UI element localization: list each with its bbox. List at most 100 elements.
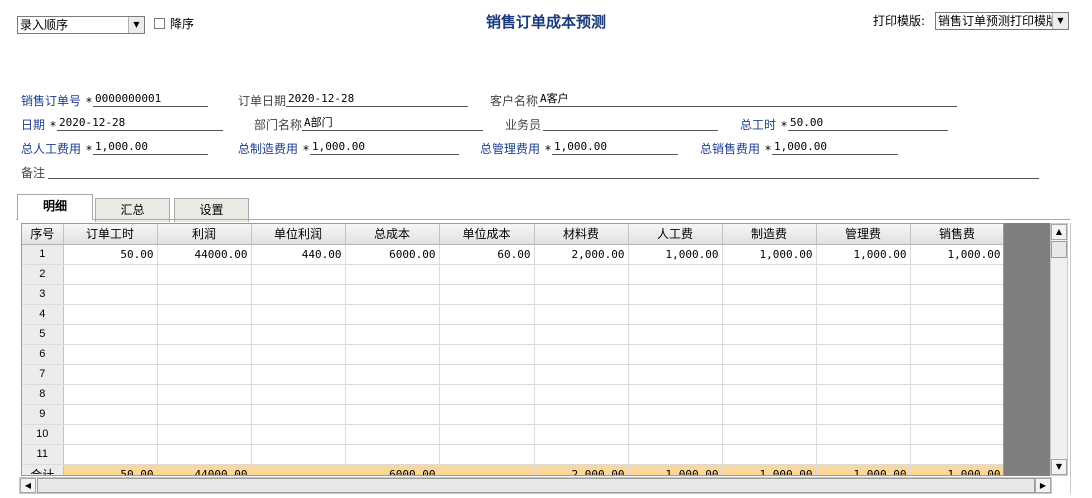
table-cell[interactable] — [439, 264, 535, 285]
column-header[interactable]: 单位利润 — [251, 224, 346, 245]
table-cell[interactable]: 44000.00 — [157, 244, 252, 265]
customer-field[interactable]: A客户 — [538, 92, 957, 107]
order-no-field[interactable]: 0000000001 — [93, 92, 208, 107]
date-field[interactable]: 2020-12-28 — [57, 116, 223, 131]
table-cell[interactable] — [628, 284, 723, 305]
table-cell[interactable] — [345, 384, 440, 405]
management-cost-field[interactable]: 1,000.00 — [552, 140, 678, 155]
table-cell[interactable] — [345, 264, 440, 285]
table-cell[interactable] — [63, 364, 158, 385]
column-header[interactable]: 制造费 — [722, 224, 817, 245]
table-cell[interactable] — [816, 384, 911, 405]
grid-horizontal-scrollbar[interactable]: ◀ ▶ — [19, 477, 1052, 494]
table-cell[interactable] — [63, 284, 158, 305]
table-cell[interactable] — [722, 324, 817, 345]
detail-grid[interactable]: 序号 订单工时 利润 单位利润 总成本 单位成本 材料费 人工费 制造费 管理费 销售费 1 50.0… — [21, 223, 1004, 476]
manufacturing-cost-field[interactable]: 1,000.00 — [310, 140, 459, 155]
table-cell[interactable] — [816, 304, 911, 325]
table-cell[interactable] — [63, 264, 158, 285]
table-cell[interactable] — [251, 364, 346, 385]
table-row[interactable]: 9 — [22, 404, 1003, 425]
column-header[interactable]: 订单工时 — [63, 224, 158, 245]
table-cell[interactable]: 60.00 — [439, 244, 535, 265]
table-cell[interactable] — [251, 344, 346, 365]
chevron-down-icon[interactable]: ▼ — [1052, 13, 1068, 29]
table-cell[interactable]: 1,000.00 — [722, 244, 817, 265]
salesman-field[interactable] — [543, 116, 718, 131]
table-cell[interactable] — [628, 324, 723, 345]
table-cell[interactable] — [628, 304, 723, 325]
table-cell[interactable] — [534, 304, 629, 325]
table-cell[interactable] — [439, 284, 535, 305]
table-cell[interactable] — [251, 324, 346, 345]
table-cell[interactable] — [63, 384, 158, 405]
table-cell[interactable] — [534, 324, 629, 345]
table-cell[interactable] — [910, 384, 1003, 405]
table-cell[interactable] — [816, 264, 911, 285]
column-header[interactable]: 单位成本 — [439, 224, 535, 245]
labor-cost-field[interactable]: 1,000.00 — [93, 140, 208, 155]
table-cell[interactable] — [910, 264, 1003, 285]
table-cell[interactable] — [628, 404, 723, 425]
table-cell[interactable] — [910, 364, 1003, 385]
table-cell[interactable] — [534, 284, 629, 305]
table-cell[interactable] — [628, 364, 723, 385]
table-cell[interactable] — [439, 444, 535, 465]
table-cell[interactable] — [722, 364, 817, 385]
table-cell[interactable] — [534, 344, 629, 365]
table-cell[interactable] — [63, 324, 158, 345]
table-cell[interactable] — [439, 384, 535, 405]
table-row[interactable]: 2 — [22, 264, 1003, 285]
vertical-scroll-thumb[interactable] — [1051, 241, 1067, 258]
column-header[interactable]: 人工费 — [628, 224, 723, 245]
tab-detail[interactable]: 明细 — [17, 194, 93, 220]
table-cell[interactable] — [345, 404, 440, 425]
horizontal-scroll-thumb[interactable] — [37, 478, 1035, 493]
table-cell[interactable] — [157, 424, 252, 445]
table-cell[interactable] — [910, 404, 1003, 425]
table-row[interactable]: 7 — [22, 364, 1003, 385]
table-row[interactable]: 8 — [22, 384, 1003, 405]
table-row[interactable]: 6 — [22, 344, 1003, 365]
table-cell[interactable] — [628, 384, 723, 405]
remark-field[interactable] — [48, 164, 1039, 179]
table-row[interactable]: 5 — [22, 324, 1003, 345]
table-cell[interactable] — [439, 364, 535, 385]
table-cell[interactable] — [910, 344, 1003, 365]
table-cell[interactable] — [816, 404, 911, 425]
table-cell[interactable] — [628, 344, 723, 365]
table-cell[interactable] — [439, 304, 535, 325]
print-template-select[interactable]: 销售订单预测打印模版 ▼ — [935, 12, 1069, 30]
table-cell[interactable] — [251, 284, 346, 305]
table-cell[interactable]: 440.00 — [251, 244, 346, 265]
arrow-down-icon[interactable]: ▼ — [1051, 459, 1067, 475]
table-cell[interactable] — [251, 424, 346, 445]
table-cell[interactable] — [251, 384, 346, 405]
column-header[interactable]: 利润 — [157, 224, 252, 245]
table-cell[interactable] — [63, 344, 158, 365]
table-cell[interactable] — [157, 444, 252, 465]
table-cell[interactable] — [63, 444, 158, 465]
table-cell[interactable] — [345, 324, 440, 345]
table-row[interactable]: 10 — [22, 424, 1003, 445]
table-cell[interactable] — [628, 424, 723, 445]
table-cell[interactable] — [439, 324, 535, 345]
table-cell[interactable] — [534, 444, 629, 465]
table-cell[interactable] — [910, 284, 1003, 305]
table-cell[interactable]: 1,000.00 — [816, 244, 911, 265]
table-row[interactable]: 4 — [22, 304, 1003, 325]
table-cell[interactable] — [157, 384, 252, 405]
column-header[interactable]: 销售费 — [910, 224, 1003, 245]
table-cell[interactable] — [63, 404, 158, 425]
table-cell[interactable] — [157, 324, 252, 345]
table-row[interactable]: 3 — [22, 284, 1003, 305]
column-header[interactable]: 序号 — [22, 224, 64, 245]
table-cell[interactable] — [910, 424, 1003, 445]
table-cell[interactable] — [910, 324, 1003, 345]
table-cell[interactable] — [722, 404, 817, 425]
table-cell[interactable] — [157, 264, 252, 285]
sales-cost-field[interactable]: 1,000.00 — [772, 140, 898, 155]
table-cell[interactable] — [157, 344, 252, 365]
table-cell[interactable] — [534, 404, 629, 425]
arrow-right-icon[interactable]: ▶ — [1035, 478, 1051, 493]
